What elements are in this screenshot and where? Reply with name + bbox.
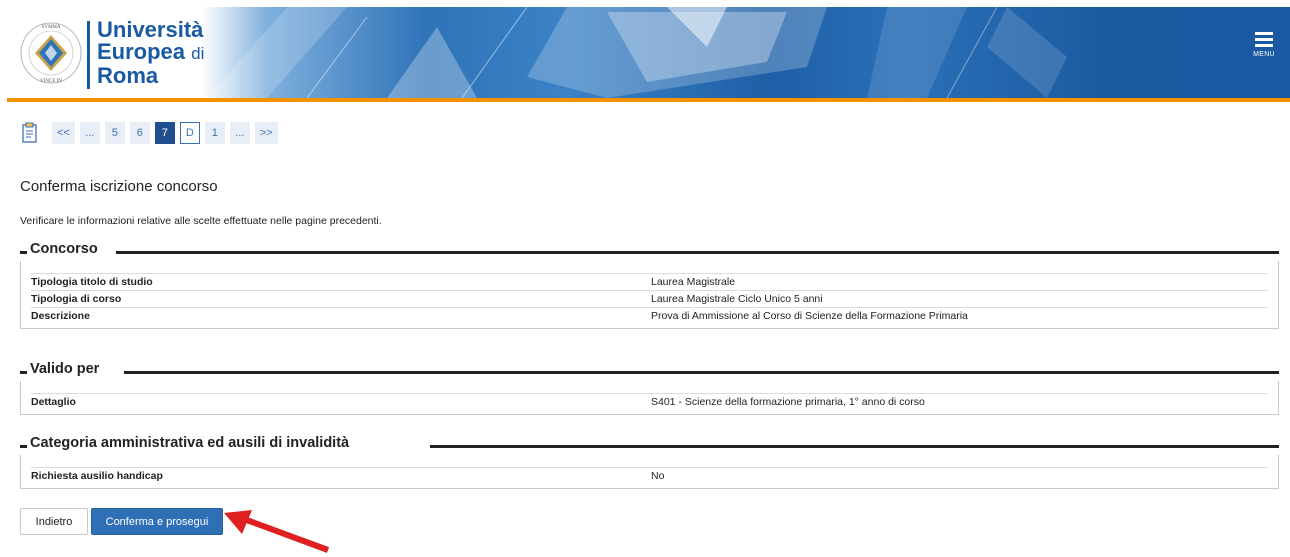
back-button[interactable]: Indietro [20,508,88,535]
logo-divider [87,21,90,89]
red-arrow-annotation [224,510,330,553]
section-valido-per: Valido per Dettaglio S401 - Scienze dell… [20,361,1279,415]
pager-step-5[interactable]: 5 [104,122,125,144]
table-row: Tipologia di corso Laurea Magistrale Cic… [31,290,1268,307]
university-logo[interactable]: SVMMA VINCE IN Università Europea di Rom… [17,11,207,95]
pager-ellipsis-left[interactable]: ... [79,122,100,144]
pager-ellipsis-right[interactable]: ... [229,122,250,144]
section-categoria-legend: Categoria amministrativa ed ausili di in… [30,435,354,451]
row-label: Descrizione [31,310,90,322]
pager-step-d[interactable]: D [179,122,200,144]
logo-line2: Europea [97,39,186,64]
pager-step-6[interactable]: 6 [129,122,150,144]
row-value: Laurea Magistrale Ciclo Unico 5 anni [651,293,823,305]
menu-button[interactable]: MENU [1246,29,1282,69]
table-row: Richiesta ausilio handicap No [31,467,1268,484]
pager-step-1[interactable]: 1 [204,122,225,144]
step-pager: << ... 5 6 7 D 1 ... >> [20,120,283,146]
table-row: Descrizione Prova di Ammissione al Corso… [31,307,1268,324]
table-row: Dettaglio S401 - Scienze della formazion… [31,393,1268,410]
row-label: Tipologia di corso [31,293,122,305]
logo-wordmark: Università Europea di Roma [97,19,204,87]
table-row: Tipologia titolo di studio Laurea Magist… [31,273,1268,290]
pager-first[interactable]: << [52,122,75,144]
hamburger-icon [1246,32,1282,47]
intro-text: Verificare le informazioni relative alle… [20,215,382,227]
row-value: Prova di Ammissione al Corso di Scienze … [651,310,968,322]
row-label: Dettaglio [31,396,76,408]
clipboard-icon [22,122,37,143]
logo-line3: Roma [97,63,159,88]
row-label: Tipologia titolo di studio [31,276,153,288]
svg-text:VINCE IN: VINCE IN [40,79,62,84]
section-categoria: Categoria amministrativa ed ausili di in… [20,435,1279,489]
row-label: Richiesta ausilio handicap [31,470,163,482]
row-value: No [651,470,665,482]
section-concorso: Concorso Tipologia titolo di studio Laur… [20,241,1279,329]
menu-label: MENU [1253,51,1275,58]
seal-icon: SVMMA VINCE IN [20,22,82,84]
svg-text:SVMMA: SVMMA [42,25,61,30]
page-title: Conferma iscrizione concorso [20,178,218,195]
row-value: Laurea Magistrale [651,276,736,288]
logo-line2-suffix: di [191,44,205,63]
pager-step-7-current[interactable]: 7 [154,122,175,144]
confirm-continue-button[interactable]: Conferma e prosegui [91,508,223,535]
section-valido-legend: Valido per [30,361,104,377]
pager-last[interactable]: >> [254,122,278,144]
site-header: SVMMA VINCE IN Università Europea di Rom… [7,7,1290,102]
section-concorso-legend: Concorso [30,241,102,257]
row-value: S401 - Scienze della formazione primaria… [651,396,925,408]
